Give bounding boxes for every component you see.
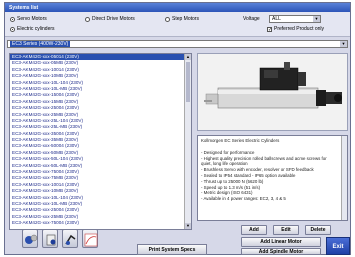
step-motors-radio[interactable]: Step Motors [165,16,199,22]
connect-icon[interactable] [62,229,78,248]
direct-drive-radio[interactable]: Direct Drive Motors [85,16,135,22]
family-combo[interactable]: EC3 Series (400W-230V) ▼ [7,40,348,48]
systems-list[interactable]: EC3-AKM42G-xxx-05014 (230V) EC3-AKM42G-xx… [9,53,192,230]
family-combo-value: EC3 Series (400W-230V) [10,41,71,47]
chevron-down-icon: ▼ [340,41,347,47]
description-panel: Kollmorgen EC Series Electric Cylinders … [197,135,348,221]
motor-wizard-icon[interactable] [22,229,38,248]
checkbox-box: ✓ [267,26,273,33]
print-system-specs-button[interactable]: Print System Specs [137,244,207,255]
scroll-down-icon[interactable]: ▼ [185,223,191,229]
product-photo [197,53,348,131]
add-linear-motor-button[interactable]: Add Linear Motor [241,237,321,247]
radio-dot [10,26,15,32]
exit-button[interactable]: Exit [326,237,350,255]
preferred-label: Preferred Product only [274,26,325,32]
edit-button[interactable]: Edit [273,225,299,235]
add-button[interactable]: Add [241,225,267,235]
radio-dot [85,16,90,22]
curve-icon[interactable] [82,229,98,248]
systems-window: Systems list Servo Motors Direct Drive M… [4,2,351,255]
add-spindle-motor-button[interactable]: Add Spindle Motor [241,248,321,255]
scroll-up-icon[interactable]: ▲ [185,54,191,60]
electric-cylinders-radio[interactable]: Electric cylinders [10,26,55,32]
description-scrollbar[interactable] [341,136,347,220]
filter-icon[interactable] [42,229,58,248]
scroll-thumb[interactable] [186,62,190,102]
window-title: Systems list [5,3,350,12]
chevron-down-icon: ▼ [313,16,320,22]
voltage-select[interactable]: ALL ▼ [269,15,321,23]
electric-cylinders-label: Electric cylinders [17,26,55,32]
description-heading: Kollmorgen EC Series Electric Cylinders [201,138,280,143]
servo-motors-radio[interactable]: Servo Motors [10,16,47,22]
direct-drive-label: Direct Drive Motors [92,16,135,22]
list-scrollbar[interactable]: ▲ ▼ [184,54,191,229]
radio-dot [10,16,15,22]
voltage-value: ALL [272,16,281,22]
filter-panel: Servo Motors Direct Drive Motors Step Mo… [5,12,350,37]
servo-motors-label: Servo Motors [17,16,47,22]
preferred-only-checkbox[interactable]: ✓ Preferred Product only [267,26,324,32]
voltage-label: Voltage [243,16,260,22]
radio-dot [165,16,170,22]
step-motors-label: Step Motors [172,16,199,22]
electric-cylinder-image [198,54,347,130]
list-item[interactable]: EC3-AKM42G-xxx-75004 (230V) [10,220,191,226]
description-line: - Available in 4 power ranges: EC2, 3, 4… [201,196,286,202]
delete-button[interactable]: Delete [305,225,331,235]
